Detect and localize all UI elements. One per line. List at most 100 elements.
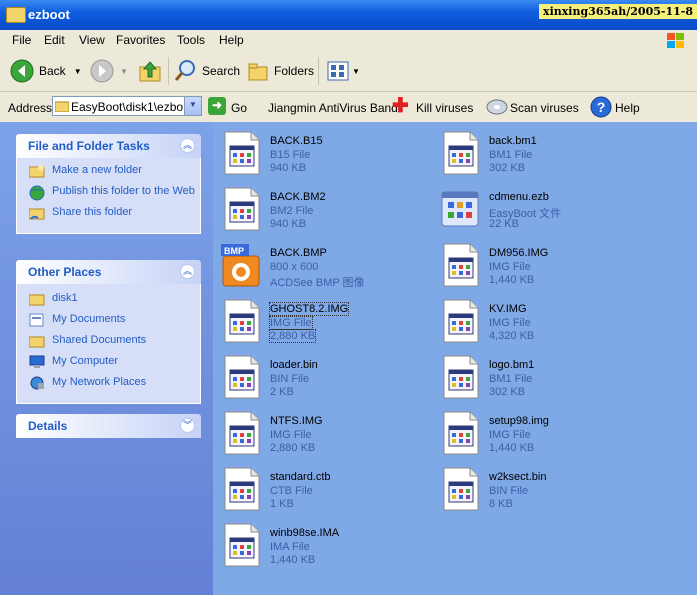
- file-name: GHOST8.2.IMG: [268, 302, 350, 316]
- windows-logo-icon: [667, 33, 684, 48]
- place-shared-documents[interactable]: Shared Documents: [17, 334, 200, 352]
- file-item[interactable]: loader.bin BIN File 2 KB: [213, 350, 423, 402]
- file-name: BACK.BM2: [270, 191, 326, 203]
- file-size: 1,440 KB: [270, 554, 316, 566]
- file-item[interactable]: setup98.img IMG File 1,440 KB: [432, 406, 642, 458]
- go-arrow-icon[interactable]: ➜: [208, 97, 226, 115]
- scan-viruses-button[interactable]: Scan viruses: [510, 101, 579, 115]
- menu-tools[interactable]: Tools: [177, 33, 205, 47]
- file-folder-tasks-header[interactable]: File and Folder Tasks ︽: [16, 134, 201, 158]
- details-panel: Details ︾: [16, 414, 201, 438]
- menu-file[interactable]: File: [12, 33, 31, 47]
- file-type: CTB File: [270, 485, 313, 497]
- file-type: 800 x 600: [270, 261, 319, 273]
- address-dropdown-button[interactable]: ▼: [184, 97, 201, 115]
- generic-file-icon: [221, 466, 261, 512]
- help-button[interactable]: Help: [615, 101, 640, 115]
- file-size: 4,320 KB: [489, 330, 535, 342]
- up-folder-button[interactable]: [138, 57, 162, 85]
- place-disk1[interactable]: disk1: [17, 292, 200, 310]
- share-folder-link[interactable]: Share this folder: [17, 206, 200, 224]
- address-input[interactable]: EasyBoot\disk1\ezboot ▼: [52, 96, 202, 116]
- network-places-icon: [30, 376, 44, 390]
- place-my-network-places[interactable]: My Network Places: [17, 376, 200, 394]
- file-item[interactable]: w2ksect.bin BIN File 8 KB: [432, 462, 642, 514]
- search-icon: [174, 60, 195, 81]
- title-bar[interactable]: ezboot xinxing365ah/2005-11-8: [0, 0, 697, 30]
- generic-file-icon: [440, 298, 480, 344]
- menu-help[interactable]: Help: [219, 33, 244, 47]
- file-list-view[interactable]: BACK.B15 B15 File 940 KB back.bm1 BM1 File 30…: [213, 122, 697, 595]
- new-folder-icon: [29, 165, 45, 178]
- file-name: setup98.img: [489, 415, 549, 427]
- menu-view[interactable]: View: [79, 33, 105, 47]
- help-icon: ?: [590, 96, 612, 118]
- file-item[interactable]: NTFS.IMG IMG File 2,880 KB: [213, 406, 423, 458]
- publish-folder-link[interactable]: Publish this folder to the Web: [17, 185, 200, 203]
- file-size: 940 KB: [270, 218, 307, 230]
- chevron-down-icon[interactable]: ▼: [352, 67, 360, 76]
- file-item[interactable]: BACK.BM2 BM2 File 940 KB: [213, 182, 423, 234]
- file-item[interactable]: DM956.IMG IMG File 1,440 KB: [432, 238, 642, 290]
- chevron-down-icon[interactable]: ▼: [74, 67, 82, 76]
- share-folder-icon: [29, 208, 45, 220]
- collapse-icon[interactable]: ︽: [180, 264, 195, 279]
- file-item[interactable]: back.bm1 BM1 File 302 KB: [432, 126, 642, 178]
- file-size: 1,440 KB: [489, 274, 535, 286]
- views-button[interactable]: ▼: [326, 57, 360, 85]
- file-size: 940 KB: [270, 162, 307, 174]
- globe-icon: [29, 185, 45, 201]
- expand-icon[interactable]: ︾: [180, 418, 195, 433]
- file-name: logo.bm1: [489, 359, 535, 371]
- file-name: standard.ctb: [270, 471, 331, 483]
- generic-file-icon: [440, 354, 480, 400]
- file-name: NTFS.IMG: [270, 415, 323, 427]
- details-header[interactable]: Details ︾: [16, 414, 201, 438]
- back-button[interactable]: Back ▼: [10, 57, 82, 85]
- generic-file-icon: [221, 354, 261, 400]
- kill-viruses-button[interactable]: Kill viruses: [416, 101, 473, 115]
- folders-button[interactable]: Folders: [246, 57, 314, 85]
- file-name: KV.IMG: [489, 303, 527, 315]
- my-documents-icon: [29, 313, 44, 327]
- menu-bar: File Edit View Favorites Tools Help: [0, 30, 697, 52]
- file-item[interactable]: KV.IMG IMG File 4,320 KB: [432, 294, 642, 346]
- menu-favorites[interactable]: Favorites: [116, 33, 165, 47]
- place-my-documents[interactable]: My Documents: [17, 313, 200, 331]
- file-item[interactable]: standard.ctb CTB File 1 KB: [213, 462, 423, 514]
- file-size: 2,880 KB: [268, 329, 317, 343]
- file-type: IMG File: [269, 316, 313, 330]
- folder-icon: [6, 7, 26, 23]
- window-title: ezboot: [28, 7, 70, 22]
- file-size: 2 KB: [270, 386, 294, 398]
- svg-text:?: ?: [597, 99, 606, 115]
- other-places-header[interactable]: Other Places ︽: [16, 260, 201, 284]
- generic-file-icon: [221, 410, 261, 456]
- file-type: IMG File: [489, 429, 531, 441]
- file-item[interactable]: logo.bm1 BM1 File 302 KB: [432, 350, 642, 402]
- file-size: 302 KB: [489, 162, 526, 174]
- file-item[interactable]: BMP BACK.BMP 800 x 600 ACDSee BMP 图像: [213, 238, 423, 290]
- generic-file-icon: [440, 130, 480, 176]
- folder-icon: [29, 294, 45, 306]
- file-name: BACK.BMP: [270, 247, 327, 259]
- search-button[interactable]: Search: [174, 57, 240, 85]
- panel-title: Other Places: [28, 265, 102, 279]
- file-type: IMG File: [489, 317, 531, 329]
- file-item[interactable]: GHOST8.2.IMG IMG File 2,880 KB: [213, 294, 423, 346]
- forward-button[interactable]: ▼: [90, 57, 128, 85]
- make-new-folder-link[interactable]: Make a new folder: [17, 164, 200, 182]
- place-my-computer[interactable]: My Computer: [17, 355, 200, 373]
- menu-edit[interactable]: Edit: [44, 33, 65, 47]
- go-button[interactable]: Go: [231, 101, 247, 115]
- generic-file-icon: [221, 130, 261, 176]
- file-size: 22 KB: [489, 218, 519, 230]
- file-item[interactable]: cdmenu.ezb EasyBoot 文件 22 KB: [432, 182, 642, 234]
- address-bar: Address EasyBoot\disk1\ezboot ▼ ➜ Go Jia…: [0, 92, 697, 123]
- collapse-icon[interactable]: ︽: [180, 138, 195, 153]
- generic-file-icon: [440, 410, 480, 456]
- chevron-down-icon[interactable]: ▼: [120, 67, 128, 76]
- file-item[interactable]: BACK.B15 B15 File 940 KB: [213, 126, 423, 178]
- file-size: ACDSee BMP 图像: [270, 277, 365, 289]
- file-item[interactable]: winb98se.IMA IMA File 1,440 KB: [213, 518, 423, 570]
